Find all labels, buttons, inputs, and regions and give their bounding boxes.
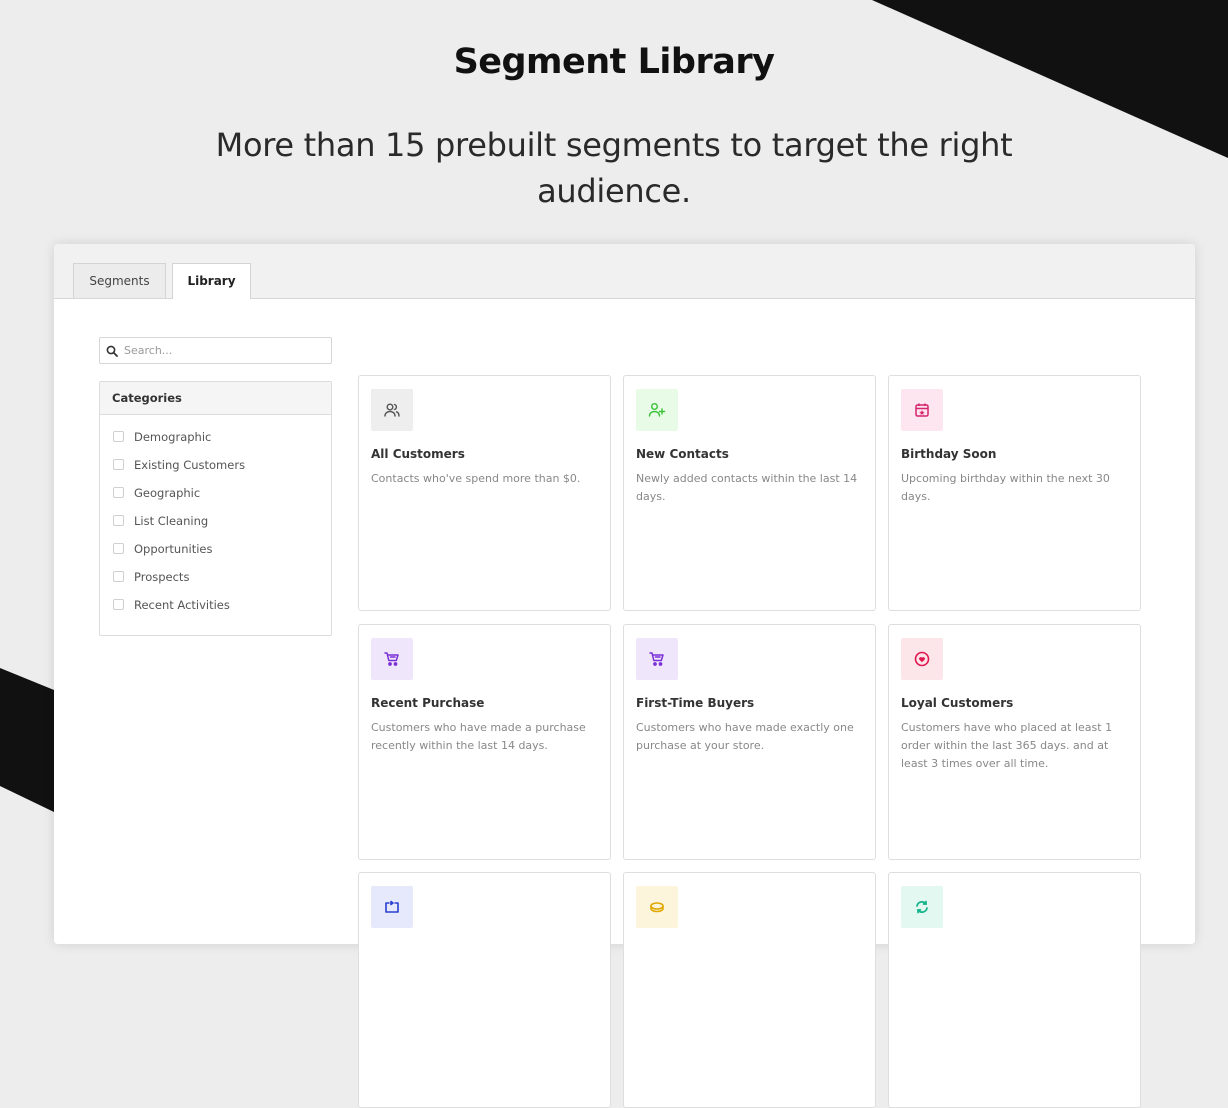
coins-icon [650, 902, 664, 913]
tab-library[interactable]: Library [172, 263, 251, 299]
calendar-star-icon [915, 403, 929, 417]
card-description: Customers who have made exactly one purc… [636, 721, 854, 752]
repeat-box-icon [385, 900, 399, 913]
segment-card-all-customers[interactable]: All Customers Contacts who've spend more… [358, 375, 611, 611]
card-icon-bg [901, 886, 943, 928]
search-icon [106, 345, 118, 357]
categories-heading: Categories [100, 382, 331, 415]
segment-card-repeat[interactable] [358, 872, 611, 1108]
checkbox[interactable] [113, 487, 124, 498]
user-plus-icon [648, 403, 666, 417]
card-icon-bg [901, 638, 943, 680]
hero-subtitle: More than 15 prebuilt segments to target… [215, 126, 1013, 210]
card-title: All Customers [371, 447, 465, 461]
hero-title: Segment Library [453, 42, 775, 82]
segment-card-new-contacts[interactable]: New Contacts Newly added contacts within… [623, 375, 876, 611]
categories-panel: Categories Demographic Existing Customer… [99, 381, 332, 636]
card-icon-bg [371, 886, 413, 928]
checkbox[interactable] [113, 515, 124, 526]
checkbox[interactable] [113, 431, 124, 442]
card-description: Upcoming birthday within the next 30 day… [901, 472, 1110, 503]
segment-card-recent-purchase[interactable]: Recent Purchase Customers who have made … [358, 624, 611, 860]
heart-circle-icon [914, 651, 930, 667]
checkbox[interactable] [113, 459, 124, 470]
segment-card-refresh[interactable] [888, 872, 1141, 1108]
cart-icon [384, 652, 399, 666]
card-icon-bg [371, 389, 413, 431]
segments-panel: Segments Library Categories Demographic … [54, 244, 1195, 1108]
card-icon-bg [636, 389, 678, 431]
card-description: Customers who have made a purchase recen… [371, 721, 586, 752]
card-title: New Contacts [636, 447, 729, 461]
card-title: Recent Purchase [371, 696, 485, 710]
card-title: Loyal Customers [901, 696, 1014, 710]
search-box[interactable] [99, 337, 332, 364]
card-description: Contacts who've spend more than $0. [371, 472, 581, 485]
tab-segments[interactable]: Segments [73, 263, 166, 298]
users-icon [384, 403, 400, 417]
segment-card-loyal-customers[interactable]: Loyal Customers Customers have who place… [888, 624, 1141, 860]
card-icon-bg [371, 638, 413, 680]
segment-card-birthday-soon[interactable]: Birthday Soon Upcoming birthday within t… [888, 375, 1141, 611]
tab-bar: Segments Library [54, 244, 1195, 299]
card-icon-bg [901, 389, 943, 431]
cart-icon [649, 652, 664, 666]
card-description: Customers have who placed at least 1 ord… [901, 721, 1113, 770]
card-icon-bg [636, 886, 678, 928]
segment-card-coins[interactable] [623, 872, 876, 1108]
card-description: Newly added contacts within the last 14 … [636, 472, 858, 503]
card-title: First-Time Buyers [636, 696, 755, 710]
card-title: Birthday Soon [901, 447, 997, 461]
search-input[interactable] [124, 342, 324, 359]
refresh-icon [916, 900, 928, 914]
segment-card-first-time-buyers[interactable]: First-Time Buyers Customers who have mad… [623, 624, 876, 860]
checkbox[interactable] [113, 599, 124, 610]
card-icon-bg [636, 638, 678, 680]
checkbox[interactable] [113, 543, 124, 554]
checkbox[interactable] [113, 571, 124, 582]
